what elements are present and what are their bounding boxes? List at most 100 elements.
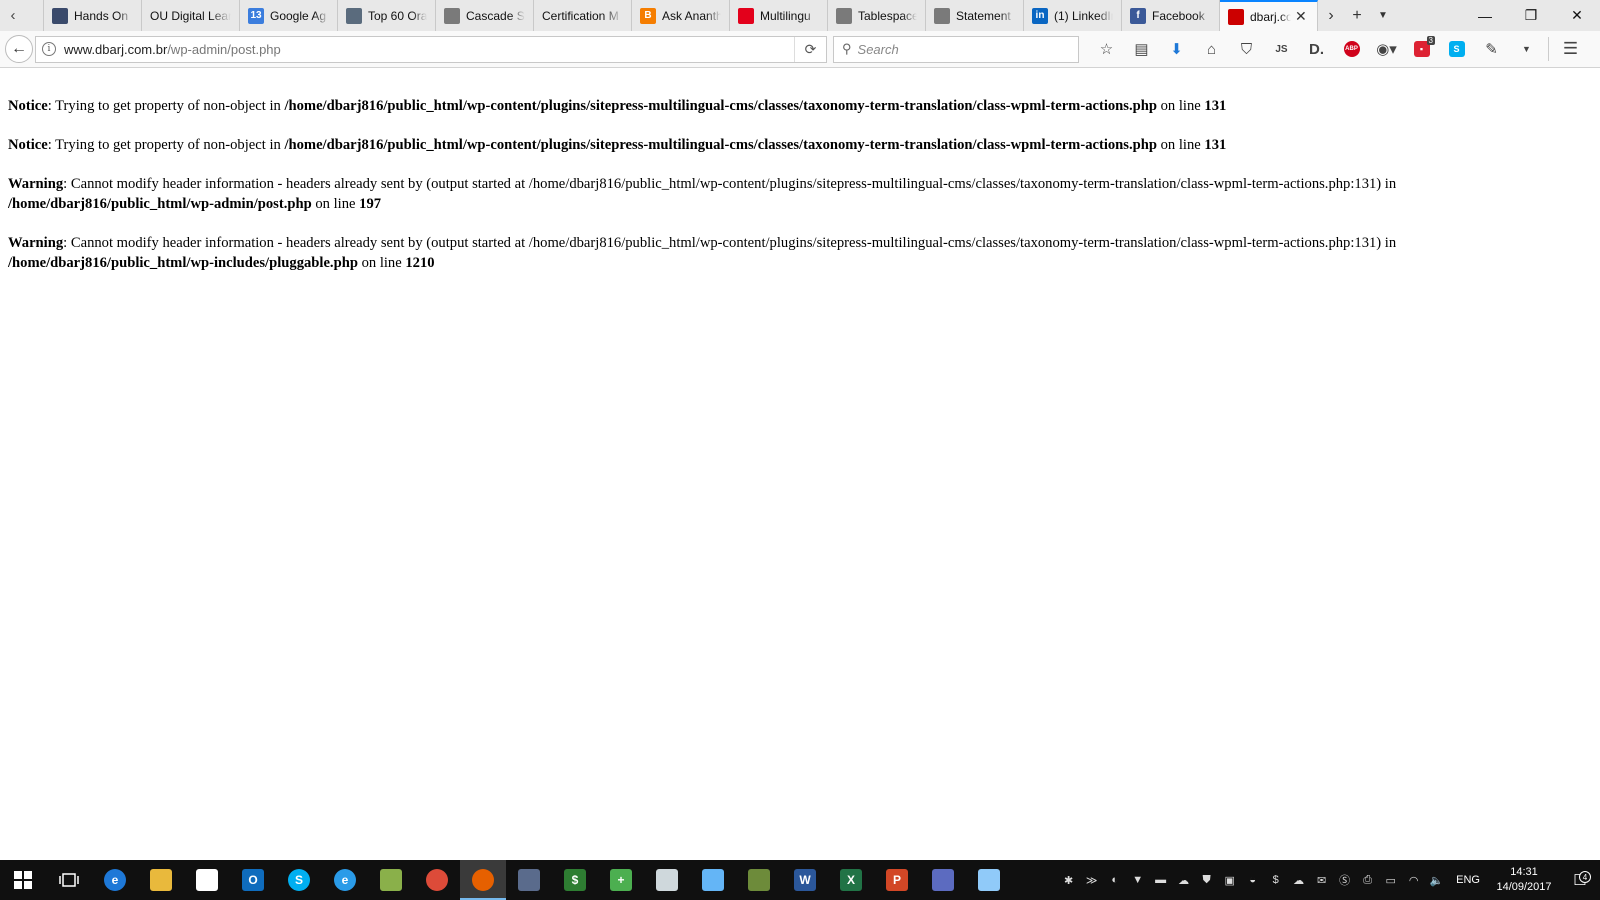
cloud-check-icon[interactable]: ☁: [1172, 874, 1195, 887]
start-button[interactable]: [0, 860, 46, 900]
search-input[interactable]: ⚲ Search: [833, 35, 1079, 63]
dollar-icon[interactable]: $: [1264, 874, 1287, 886]
bluetooth-icon[interactable]: ✱: [1057, 874, 1080, 887]
taskbar-app[interactable]: [690, 860, 736, 900]
tab-label: Facebook: [1152, 8, 1205, 23]
error-level: Warning: [8, 176, 64, 192]
taskbar-app[interactable]: O: [230, 860, 276, 900]
action-center-button[interactable]: ☐ 4: [1560, 871, 1600, 889]
search-placeholder: Search: [857, 41, 899, 57]
magnifier-icon: [656, 869, 678, 891]
notification-count: 4: [1579, 871, 1591, 883]
browser-tab[interactable]: Top 60 Ora: [338, 0, 436, 31]
volume-icon[interactable]: 🔈: [1425, 874, 1448, 887]
vpn-icon[interactable]: ▼: [1126, 874, 1149, 886]
skype-extension-icon[interactable]: S: [1439, 35, 1474, 63]
wifi-icon[interactable]: ◠: [1402, 874, 1425, 887]
printer-icon[interactable]: ⎙: [1356, 874, 1379, 887]
minimize-icon[interactable]: —: [1462, 0, 1508, 31]
onedrive-icon[interactable]: ☁: [1287, 874, 1310, 887]
list-all-tabs-icon[interactable]: ▼: [1370, 10, 1396, 21]
notepad-icon: [380, 869, 402, 891]
new-tab-icon[interactable]: +: [1344, 7, 1370, 25]
taskbar-app[interactable]: e: [92, 860, 138, 900]
taskbar-app[interactable]: [414, 860, 460, 900]
taskbar-app[interactable]: [138, 860, 184, 900]
taskbar-app[interactable]: X: [828, 860, 874, 900]
scroll-tabs-right-icon[interactable]: ›: [1318, 7, 1344, 25]
browser-tab[interactable]: Cascade Sy: [436, 0, 534, 31]
back-button[interactable]: ←: [5, 35, 33, 63]
javascript-toggle-icon[interactable]: JS: [1264, 35, 1299, 63]
info-icon[interactable]: i: [42, 42, 56, 56]
taskbar-app[interactable]: [644, 860, 690, 900]
drive-icon[interactable]: ◒: [1241, 874, 1264, 886]
browser-tab[interactable]: dbarj.com ✕: [1220, 0, 1318, 31]
taskbar-app[interactable]: [736, 860, 782, 900]
browser-tab[interactable]: B Ask Ananth: [632, 0, 730, 31]
browser-tab[interactable]: Certification M: [534, 0, 632, 31]
error-file: /home/dbarj816/public_html/wp-content/pl…: [284, 98, 1157, 114]
browser-tab[interactable]: Hands On: [44, 0, 142, 31]
remote-desktop-icon: [702, 869, 724, 891]
scroll-tabs-left-icon[interactable]: ‹: [0, 0, 26, 31]
adblock-icon[interactable]: ABP: [1334, 35, 1369, 63]
browser-tab[interactable]: in (1) LinkedIn: [1024, 0, 1122, 31]
clock[interactable]: 14:31 14/09/2017: [1488, 865, 1560, 895]
browser-tab[interactable]: 13 Google Ag: [240, 0, 338, 31]
profile-icon[interactable]: ◉▾: [1369, 35, 1404, 63]
taskbar-app[interactable]: +: [598, 860, 644, 900]
browser-tab[interactable]: OU Digital Lear: [142, 0, 240, 31]
pocket-icon[interactable]: ⛉: [1229, 35, 1264, 63]
taskbar-app[interactable]: [920, 860, 966, 900]
reload-icon[interactable]: ⟳: [794, 36, 826, 62]
php-error-message: Warning: Cannot modify header informatio…: [8, 233, 1592, 273]
taskbar-app[interactable]: [460, 860, 506, 900]
taskbar-app[interactable]: [966, 860, 1012, 900]
green-app-icon[interactable]: ▣: [1218, 874, 1241, 887]
network-icon: [932, 869, 954, 891]
close-tab-icon[interactable]: ✕: [1295, 8, 1309, 25]
tab-partial[interactable]: [26, 0, 44, 31]
taskbar-app[interactable]: [184, 860, 230, 900]
outlook-tray-icon[interactable]: ✉: [1310, 874, 1333, 887]
hamburger-menu-icon[interactable]: ☰: [1553, 35, 1588, 63]
d-extension-icon[interactable]: D.: [1299, 35, 1334, 63]
browser-tab[interactable]: Statement: [926, 0, 1024, 31]
sync-icon[interactable]: ≫: [1080, 874, 1103, 887]
skype-tray-icon[interactable]: Ⓢ: [1333, 872, 1356, 888]
store-icon: [196, 869, 218, 891]
restore-icon[interactable]: ❐: [1508, 0, 1554, 31]
monitor-icon[interactable]: ▬: [1149, 874, 1172, 886]
paintbrush-icon[interactable]: ✎: [1474, 35, 1509, 63]
taskbar-app[interactable]: S: [276, 860, 322, 900]
taskbar-app[interactable]: P: [874, 860, 920, 900]
browser-tab[interactable]: Multilingu: [730, 0, 828, 31]
input-language[interactable]: ENG: [1456, 874, 1480, 886]
url-bar[interactable]: i www.dbarj.com.br/wp-admin/post.php ⟳: [35, 35, 827, 63]
chat-icon[interactable]: ◐: [1103, 874, 1126, 886]
error-line-prefix: on line: [1156, 137, 1205, 153]
extension-badge-icon[interactable]: ▪ 3: [1404, 35, 1439, 63]
shield-icon[interactable]: ⛊: [1195, 874, 1218, 887]
php-error-message: Notice: Trying to get property of non-ob…: [8, 96, 1592, 116]
tab-label: OU Digital Lear: [150, 8, 231, 23]
taskbar-app[interactable]: W: [782, 860, 828, 900]
browser-tab[interactable]: Tablespace: [828, 0, 926, 31]
download-icon[interactable]: ⬇: [1159, 35, 1194, 63]
browser-tab[interactable]: f Facebook: [1122, 0, 1220, 31]
taskbar-app[interactable]: [506, 860, 552, 900]
taskbar-app[interactable]: [368, 860, 414, 900]
taskbar-app[interactable]: e: [322, 860, 368, 900]
task-view-button[interactable]: [46, 860, 92, 900]
reading-list-icon[interactable]: ▤: [1124, 35, 1159, 63]
gear-icon: [934, 7, 950, 24]
error-text: : Trying to get property of non-object i…: [47, 137, 285, 153]
close-window-icon[interactable]: ✕: [1554, 0, 1600, 31]
bookmark-star-icon[interactable]: ☆: [1089, 35, 1124, 63]
battery-icon[interactable]: ▭: [1379, 874, 1402, 887]
overflow-chevron-icon[interactable]: ▼: [1509, 35, 1544, 63]
taskbar-app[interactable]: $: [552, 860, 598, 900]
error-line-prefix: on line: [311, 196, 360, 212]
home-icon[interactable]: ⌂: [1194, 35, 1229, 63]
